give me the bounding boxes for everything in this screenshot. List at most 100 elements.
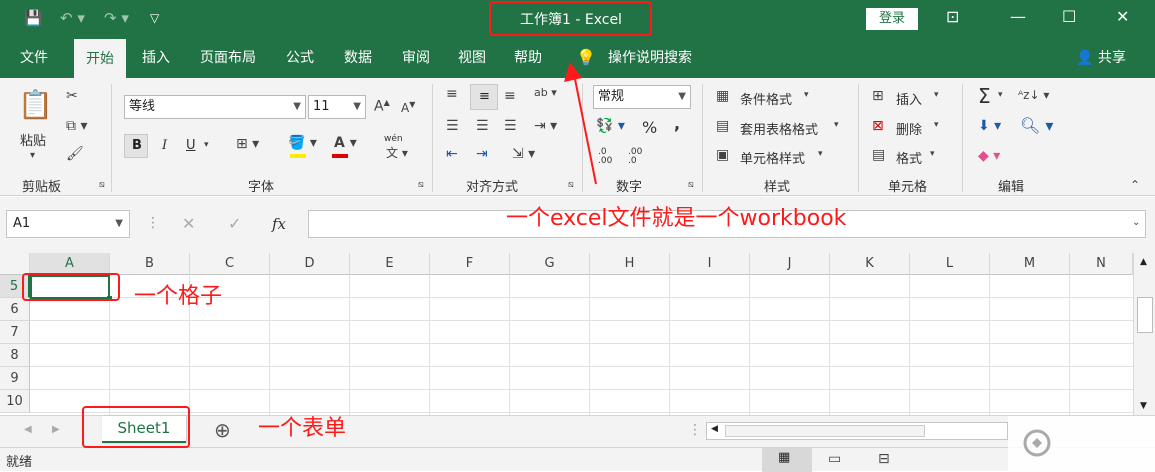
tab-formulas[interactable]: 公式 [286, 38, 314, 78]
share-button[interactable]: 共享 [1098, 38, 1126, 78]
add-sheet-icon[interactable]: ⊕ [214, 418, 231, 442]
page-break-view-icon[interactable]: ⊟ [878, 451, 890, 467]
align-left-icon[interactable]: ☰ [446, 118, 459, 134]
align-right-icon[interactable]: ☰ [504, 118, 517, 134]
increase-indent-icon[interactable]: ⇥ [476, 146, 488, 162]
comma-button[interactable]: , [674, 114, 680, 133]
dialog-launcher-icon[interactable]: ⧅ [688, 180, 694, 190]
column-header-f[interactable]: F [430, 253, 510, 275]
enter-icon[interactable]: ✓ [228, 214, 241, 233]
expand-formula-icon[interactable]: ⌄ [1132, 217, 1140, 228]
tell-me-search[interactable]: 操作说明搜索 [608, 38, 692, 78]
tab-home[interactable]: 开始 [74, 38, 126, 78]
copy-icon[interactable]: ⧉ ▾ [66, 118, 87, 134]
chevron-down-icon[interactable]: ▾ [930, 149, 935, 159]
delete-cells-button[interactable]: 删除 [896, 119, 922, 138]
align-center-icon[interactable]: ☰ [476, 118, 489, 134]
scroll-left-icon[interactable]: ◀ [711, 424, 718, 434]
tab-view[interactable]: 视图 [458, 38, 486, 78]
underline-button[interactable]: U [186, 138, 196, 153]
insert-cells-button[interactable]: 插入 [896, 89, 922, 108]
column-header-i[interactable]: I [670, 253, 750, 275]
fill-color-icon[interactable]: 🪣 ▾ [288, 135, 317, 151]
vertical-scrollbar[interactable]: ▲ ▼ [1133, 253, 1155, 415]
row-header-9[interactable]: 9 [0, 367, 30, 390]
column-header-d[interactable]: D [270, 253, 350, 275]
page-layout-view-icon[interactable]: ▭ [828, 451, 841, 467]
undo-icon[interactable]: ↶ ▾ [60, 9, 85, 27]
column-header-a[interactable]: A [30, 253, 110, 275]
phonetic-button[interactable]: wén [384, 134, 403, 144]
conditional-format-button[interactable]: 条件格式 [740, 89, 792, 108]
grow-font-icon[interactable]: A▲ [374, 98, 390, 115]
row-header-7[interactable]: 7 [0, 321, 30, 344]
column-header-l[interactable]: L [910, 253, 990, 275]
insert-function-button[interactable]: fx [272, 215, 286, 233]
scroll-down-icon[interactable]: ▼ [1140, 401, 1147, 411]
normal-view-button[interactable]: ▦ [762, 448, 812, 472]
save-icon[interactable]: 💾 [24, 9, 43, 27]
row-header-8[interactable]: 8 [0, 344, 30, 367]
sort-filter-icon[interactable]: ᴬz↓ ▾ [1018, 88, 1049, 102]
close-icon[interactable]: ✕ [1116, 7, 1129, 26]
bold-button[interactable]: B [124, 134, 148, 158]
scroll-thumb[interactable] [1137, 297, 1153, 333]
prev-sheet-icon[interactable]: ◀ [24, 424, 32, 435]
paste-icon[interactable]: 📋 [18, 88, 53, 121]
chevron-down-icon[interactable]: ▾ [804, 90, 809, 100]
tab-data[interactable]: 数据 [344, 38, 372, 78]
column-header-g[interactable]: G [510, 253, 590, 275]
column-header-j[interactable]: J [750, 253, 830, 275]
format-as-table-button[interactable]: 套用表格格式 [740, 119, 818, 138]
cell-styles-button[interactable]: 单元格样式 [740, 148, 805, 167]
maximize-icon[interactable]: ☐ [1062, 7, 1076, 26]
dialog-launcher-icon[interactable]: ⧅ [418, 180, 424, 190]
tab-page-layout[interactable]: 页面布局 [200, 38, 256, 78]
font-color-icon[interactable]: A ▾ [334, 135, 357, 151]
chevron-down-icon[interactable]: ▾ [834, 120, 839, 130]
name-box[interactable]: A1 ▼ [6, 210, 130, 238]
fill-icon[interactable]: ⬇ ▾ [978, 118, 1001, 134]
orientation-icon[interactable]: ab ▾ [534, 86, 557, 99]
format-painter-icon[interactable]: 🖌 [66, 146, 84, 162]
decrease-decimal-button[interactable]: .00 .0 [628, 148, 650, 166]
align-middle-button[interactable]: ≡ [470, 84, 498, 110]
column-header-e[interactable]: E [350, 253, 430, 275]
tab-file[interactable]: 文件 [20, 38, 48, 78]
phonetic-icon[interactable]: 文 ▾ [386, 144, 408, 161]
wrap-text-icon[interactable]: ⇥ ▾ [534, 118, 557, 134]
font-name-select[interactable]: 等线 ▼ [124, 95, 306, 119]
minimize-icon[interactable]: — [1010, 7, 1026, 26]
row-header-6[interactable]: 6 [0, 298, 30, 321]
chevron-down-icon[interactable]: ▾ [30, 150, 35, 161]
shrink-font-icon[interactable]: A▼ [401, 100, 415, 115]
align-top-icon[interactable]: ≡ [446, 86, 458, 102]
find-select-icon[interactable]: 🔍︎ ▾ [1020, 116, 1053, 135]
redo-icon[interactable]: ↷ ▾ [104, 9, 129, 27]
column-header-k[interactable]: K [830, 253, 910, 275]
row-header-10[interactable]: 10 [0, 390, 30, 413]
scroll-thumb-horizontal[interactable] [725, 425, 925, 437]
chevron-down-icon[interactable]: ▾ [204, 140, 209, 150]
tab-help[interactable]: 帮助 [514, 38, 542, 78]
percent-button[interactable]: % [642, 118, 657, 137]
clear-icon[interactable]: ◆ ▾ [978, 148, 1000, 164]
column-header-h[interactable]: H [590, 253, 670, 275]
horizontal-scrollbar[interactable]: ◀ [706, 422, 1008, 440]
split-handle-icon[interactable]: ⋮ [688, 422, 702, 438]
customize-icon[interactable]: ▽ [150, 11, 159, 25]
column-header-b[interactable]: B [110, 253, 190, 275]
chevron-down-icon[interactable]: ▾ [998, 90, 1003, 100]
format-cells-button[interactable]: 格式 [896, 148, 922, 167]
select-all-corner[interactable] [0, 253, 30, 275]
italic-button[interactable]: I [162, 138, 167, 153]
borders-icon[interactable]: ⊞ ▾ [236, 136, 259, 152]
collapse-ribbon-icon[interactable]: ⌃ [1130, 178, 1140, 192]
chevron-down-icon[interactable]: ▾ [818, 149, 823, 159]
login-button[interactable]: 登录 [866, 8, 918, 30]
tab-insert[interactable]: 插入 [142, 38, 170, 78]
column-header-n[interactable]: N [1070, 253, 1133, 275]
chevron-down-icon[interactable]: ▾ [934, 120, 939, 130]
restore-ribbon-icon[interactable]: ⊡ [946, 7, 959, 26]
paste-button[interactable]: 粘贴 [20, 130, 46, 149]
